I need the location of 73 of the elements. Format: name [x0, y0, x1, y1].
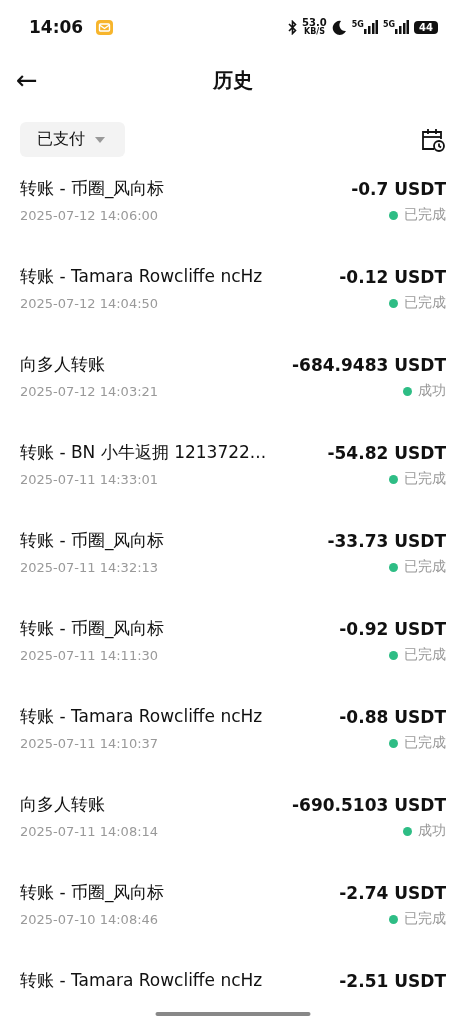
transaction-row[interactable]: 转账 - Tamara Rowcliffe ncHz -2.51 USDT	[20, 961, 446, 1024]
transaction-row[interactable]: 向多人转账 -684.9483 USDT 2025-07-12 14:03:21 成功	[20, 345, 446, 433]
status-dot	[389, 650, 398, 660]
transaction-time: 2025-07-11 14:08:14	[20, 823, 159, 839]
status-dot	[389, 562, 398, 572]
speed-value: 53.0	[302, 18, 327, 28]
transaction-status: 已完成	[404, 646, 446, 664]
transaction-title: 转账 - 币圈_风向标	[20, 529, 165, 552]
page-title: 历史	[213, 66, 253, 94]
status-dot	[389, 298, 398, 308]
bluetooth-icon	[288, 19, 298, 35]
transaction-amount: -690.5103 USDT	[292, 794, 446, 815]
transaction-title: 向多人转账	[20, 353, 105, 376]
transaction-row[interactable]: 转账 - 币圈_风向标 -33.73 USDT 2025-07-11 14:32:13 已完成	[20, 521, 446, 609]
transaction-title: 转账 - 币圈_风向标	[20, 177, 165, 200]
transaction-row[interactable]: 转账 - 币圈_风向标 -0.92 USDT 2025-07-11 14:11:30 已完成	[20, 609, 446, 697]
transaction-status: 已完成	[404, 558, 446, 576]
status-dot	[389, 914, 398, 924]
transaction-row[interactable]: 转账 - 币圈_风向标 -2.74 USDT 2025-07-10 14:08:46 已完成	[20, 873, 446, 961]
status-dot	[389, 474, 398, 484]
transaction-row[interactable]: 转账 - 币圈_风向标 -0.7 USDT 2025-07-12 14:06:00 已完成	[20, 169, 446, 257]
status-dot	[403, 826, 412, 836]
back-button[interactable]: ←	[0, 65, 38, 95]
status-dot	[403, 386, 412, 396]
moon-icon	[331, 19, 347, 35]
transaction-amount: -54.82 USDT	[327, 442, 446, 463]
transaction-amount: -0.92 USDT	[339, 618, 446, 639]
signal-icon	[363, 20, 378, 34]
network-label: 5G	[351, 20, 364, 29]
transaction-row[interactable]: 转账 - Tamara Rowcliffe ncHz -0.88 USDT 2025-07-11 14:10:37 已完成	[20, 697, 446, 785]
transaction-amount: -0.88 USDT	[339, 706, 446, 727]
transaction-title: 转账 - 币圈_风向标	[20, 617, 165, 640]
transaction-row[interactable]: 转账 - Tamara Rowcliffe ncHz -0.12 USDT 2025-07-12 14:04:50 已完成	[20, 257, 446, 345]
transaction-title: 转账 - Tamara Rowcliffe ncHz	[20, 265, 263, 288]
calendar-clock-icon[interactable]	[420, 126, 446, 153]
transaction-status: 已完成	[404, 734, 446, 752]
status-dot	[389, 210, 398, 220]
mail-icon	[96, 19, 114, 35]
transaction-time: 2025-07-11 14:11:30	[20, 647, 159, 663]
transaction-amount: -684.9483 USDT	[292, 354, 446, 375]
transaction-time: 2025-07-12 14:04:50	[20, 295, 159, 311]
transaction-time: 2025-07-11 14:33:01	[20, 471, 159, 487]
battery-level: 44	[414, 20, 438, 34]
transaction-title: 转账 - Tamara Rowcliffe ncHz	[20, 705, 263, 728]
transaction-amount: -2.74 USDT	[339, 882, 446, 903]
transaction-amount: -0.12 USDT	[339, 266, 446, 287]
transaction-row[interactable]: 向多人转账 -690.5103 USDT 2025-07-11 14:08:14 成功	[20, 785, 446, 873]
transaction-title: 转账 - 币圈_风向标	[20, 881, 165, 904]
transaction-status: 已完成	[404, 910, 446, 928]
transaction-time: 2025-07-12 14:03:21	[20, 383, 159, 399]
transaction-amount: -33.73 USDT	[327, 530, 446, 551]
transaction-title: 转账 - Tamara Rowcliffe ncHz	[20, 969, 263, 992]
network-label: 5G	[382, 20, 396, 29]
transaction-row[interactable]: 转账 - BN 小牛返拥 1213722... -54.82 USDT 2025-07-11 14:33:01 已完成	[20, 433, 446, 521]
transaction-status: 已完成	[404, 470, 446, 488]
speed-unit: KB/S	[303, 28, 325, 36]
transaction-time: 2025-07-11 14:32:13	[20, 559, 159, 575]
transaction-title: 向多人转账	[20, 793, 105, 816]
transaction-amount: -2.51 USDT	[339, 970, 446, 991]
transaction-status: 已完成	[404, 294, 446, 312]
transaction-status: 成功	[418, 822, 446, 840]
caret-icon	[95, 136, 105, 143]
transaction-status: 已完成	[404, 206, 446, 224]
transaction-time: 2025-07-10 14:08:46	[20, 911, 159, 927]
signal-icon	[395, 20, 410, 34]
clock-time: 14:06	[29, 17, 84, 37]
status-filter-dropdown[interactable]: 已支付	[20, 122, 125, 157]
transaction-time: 2025-07-12 14:06:00	[20, 207, 159, 223]
transaction-time: 2025-07-11 14:10:37	[20, 735, 159, 751]
transaction-status: 成功	[418, 382, 446, 400]
transaction-amount: -0.7 USDT	[351, 178, 446, 199]
transaction-title: 转账 - BN 小牛返拥 1213722...	[20, 441, 267, 464]
status-dot	[389, 738, 398, 748]
